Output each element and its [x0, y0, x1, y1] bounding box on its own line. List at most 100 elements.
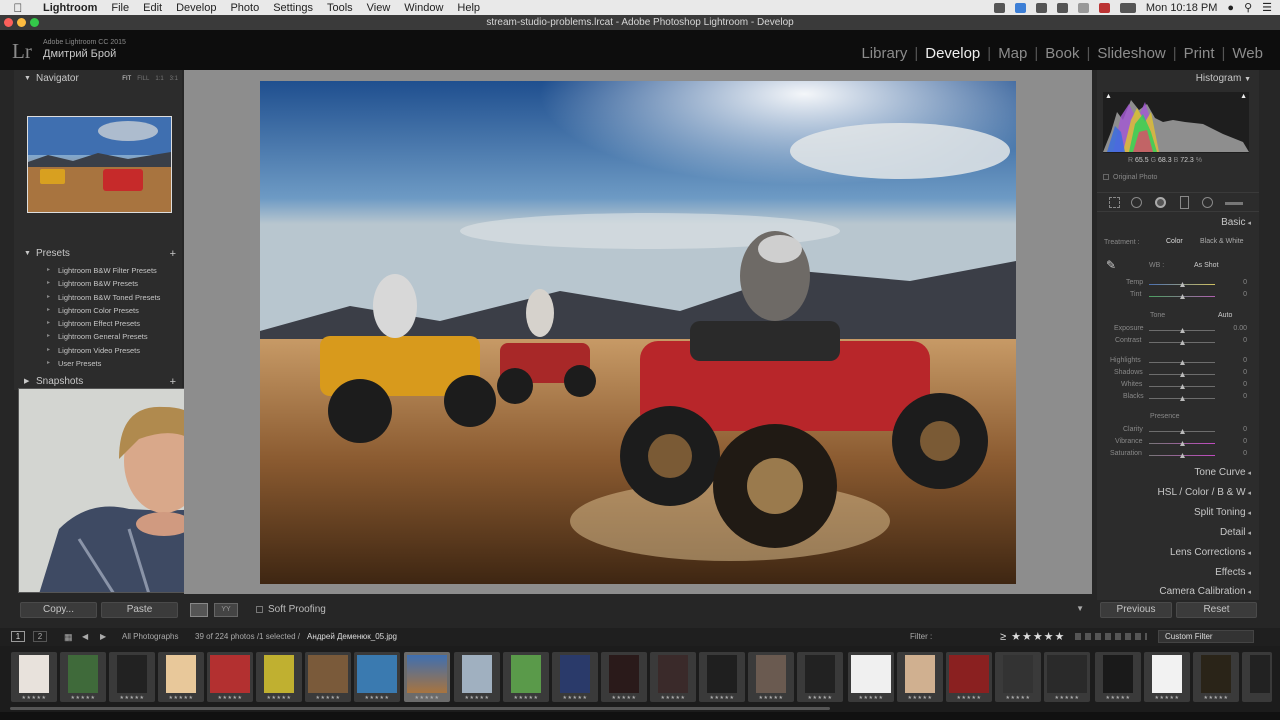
slider-knob[interactable] — [1180, 294, 1185, 299]
contrast-value[interactable]: 0 — [1237, 337, 1247, 344]
close-window-button[interactable] — [4, 18, 13, 27]
bottom-panel-toggle[interactable] — [0, 712, 1280, 720]
filmstrip-thumbnail[interactable]: ★★★★★ — [11, 652, 57, 702]
original-photo-checkbox[interactable] — [1103, 174, 1109, 180]
module-print[interactable]: Print — [1177, 45, 1222, 62]
before-after-icon[interactable]: YY — [214, 603, 238, 617]
menu-view[interactable]: View — [360, 2, 398, 14]
filmstrip-thumbnail[interactable]: ★★★★★ — [946, 652, 992, 702]
flag-icon[interactable] — [1098, 2, 1110, 13]
highlights-slider[interactable] — [1149, 360, 1215, 365]
slider-knob[interactable] — [1180, 453, 1185, 458]
forward-arrow-icon[interactable]: ▶ — [100, 632, 106, 641]
rating-filter[interactable]: ≥ ★★★★★ — [1000, 630, 1065, 643]
slider-knob[interactable] — [1180, 441, 1185, 446]
filmstrip-thumbnail[interactable]: ★★★★★ — [207, 652, 253, 702]
grid-view-icon[interactable]: ▦ — [64, 632, 73, 643]
shadow-clipping-icon[interactable]: ▲ — [1105, 93, 1112, 100]
menu-photo[interactable]: Photo — [223, 2, 266, 14]
whites-value[interactable]: 0 — [1237, 381, 1247, 388]
filmstrip-thumbnail[interactable]: ★★★★★ — [109, 652, 155, 702]
filmstrip-thumbnail[interactable]: ★★★★★ — [552, 652, 598, 702]
reset-button[interactable]: Reset — [1176, 602, 1257, 618]
detail-section[interactable]: Detail — [1220, 527, 1251, 538]
back-arrow-icon[interactable]: ◀ — [82, 632, 88, 641]
module-web[interactable]: Web — [1225, 45, 1270, 62]
histogram-title[interactable]: Histogram ▼ — [1196, 73, 1251, 84]
notification-center-icon[interactable]: ☰ — [1262, 1, 1272, 14]
saturation-slider[interactable] — [1149, 453, 1215, 458]
contrast-slider[interactable] — [1149, 340, 1215, 345]
filmstrip-thumbnail[interactable]: ★★★★★ — [699, 652, 745, 702]
module-library[interactable]: Library — [854, 45, 914, 62]
preset-folder[interactable]: Lightroom Color Presets — [14, 304, 182, 318]
page-1-button[interactable]: 1 — [11, 631, 25, 642]
source-label[interactable]: All Photographs — [122, 632, 178, 641]
slider-knob[interactable] — [1180, 384, 1185, 389]
camera-calibration-section[interactable]: Camera Calibration — [1159, 586, 1251, 597]
color-label-filter[interactable] — [1075, 633, 1147, 640]
preset-folder[interactable]: Lightroom B&W Filter Presets — [14, 264, 182, 278]
minimize-window-button[interactable] — [17, 18, 26, 27]
dropbox-icon[interactable] — [1014, 2, 1026, 13]
highlight-clipping-icon[interactable]: ▲ — [1240, 93, 1247, 100]
copy-button[interactable]: Copy... — [20, 602, 97, 618]
filmstrip-thumbnail[interactable]: ★★★★★ — [848, 652, 894, 702]
module-develop[interactable]: Develop — [918, 45, 987, 62]
filmstrip-thumbnail[interactable]: ★★★★★ — [1193, 652, 1239, 702]
spotlight-icon[interactable]: ⚲ — [1244, 1, 1252, 14]
airplay-icon[interactable] — [1035, 2, 1047, 13]
adjustment-brush-icon[interactable] — [1225, 202, 1243, 205]
tint-value[interactable]: 0 — [1237, 291, 1247, 298]
navigator-preview[interactable] — [27, 116, 172, 213]
toolbar-menu-icon[interactable]: ▼ — [1076, 604, 1084, 613]
slider-knob[interactable] — [1180, 429, 1185, 434]
treatment-black-white[interactable]: Black & White — [1200, 238, 1244, 245]
treatment-color[interactable]: Color — [1166, 238, 1183, 245]
filmstrip-thumbnail[interactable]: ★★★★★ — [601, 652, 647, 702]
filmstrip-thumbnail[interactable]: ★★★★★ — [650, 652, 696, 702]
preset-folder[interactable]: Lightroom Video Presets — [14, 344, 182, 358]
filmstrip-thumbnail[interactable]: ★★★★★ — [305, 652, 351, 702]
add-preset-icon[interactable]: + — [170, 246, 176, 262]
preset-folder[interactable]: User Presets — [14, 357, 182, 371]
vibrance-value[interactable]: 0 — [1237, 438, 1247, 445]
zoom-1-1[interactable]: 1:1 — [155, 71, 163, 87]
menu-app[interactable]: Lightroom — [36, 2, 104, 14]
highlights-value[interactable]: 0 — [1237, 357, 1247, 364]
menu-help[interactable]: Help — [450, 2, 487, 14]
selected-filename[interactable]: Андрей Деменюк_05.jpg — [307, 632, 397, 641]
preset-folder[interactable]: Lightroom B&W Presets — [14, 277, 182, 291]
status-app-icon[interactable] — [993, 2, 1005, 13]
filmstrip-thumbnail-selected[interactable]: ★★★★★ — [404, 652, 450, 702]
saturation-value[interactable]: 0 — [1237, 450, 1247, 457]
filmstrip-thumbnail[interactable]: ★★★★★ — [454, 652, 500, 702]
filmstrip-thumbnail[interactable]: ★★★★★ — [158, 652, 204, 702]
lens-corrections-section[interactable]: Lens Corrections — [1170, 547, 1251, 558]
clarity-slider[interactable] — [1149, 429, 1215, 434]
module-book[interactable]: Book — [1038, 45, 1086, 62]
presets-header[interactable]: ▼ Presets + — [14, 246, 182, 262]
preset-folder[interactable]: Lightroom B&W Toned Presets — [14, 291, 182, 305]
filmstrip-thumbnail[interactable]: ★★★★★ — [503, 652, 549, 702]
zoom-3-1[interactable]: 3:1 — [170, 71, 178, 87]
navigator-header[interactable]: ▼ Navigator FIT FILL 1:1 3:1 — [14, 71, 182, 87]
blacks-value[interactable]: 0 — [1237, 393, 1247, 400]
vibrance-slider[interactable] — [1149, 441, 1215, 446]
previous-button[interactable]: Previous — [1100, 602, 1172, 618]
apple-menu-icon[interactable]:  — [0, 1, 36, 15]
filmstrip-thumbnail[interactable] — [1242, 652, 1272, 702]
module-slideshow[interactable]: Slideshow — [1090, 45, 1172, 62]
filmstrip-thumbnail[interactable]: ★★★★★ — [354, 652, 400, 702]
zoom-window-button[interactable] — [30, 18, 39, 27]
custom-filter-dropdown[interactable]: Custom Filter — [1158, 630, 1254, 643]
slider-knob[interactable] — [1180, 372, 1185, 377]
filmstrip-thumbnail[interactable]: ★★★★★ — [60, 652, 106, 702]
hsl-section[interactable]: HSL / Color / B & W — [1158, 487, 1251, 498]
shadows-slider[interactable] — [1149, 372, 1215, 377]
filmstrip-thumbnail[interactable]: ★★★★★ — [797, 652, 843, 702]
battery-icon[interactable] — [1119, 2, 1136, 13]
menu-tools[interactable]: Tools — [320, 2, 360, 14]
tint-slider[interactable] — [1149, 294, 1215, 299]
loupe-view-icon[interactable] — [190, 603, 208, 617]
